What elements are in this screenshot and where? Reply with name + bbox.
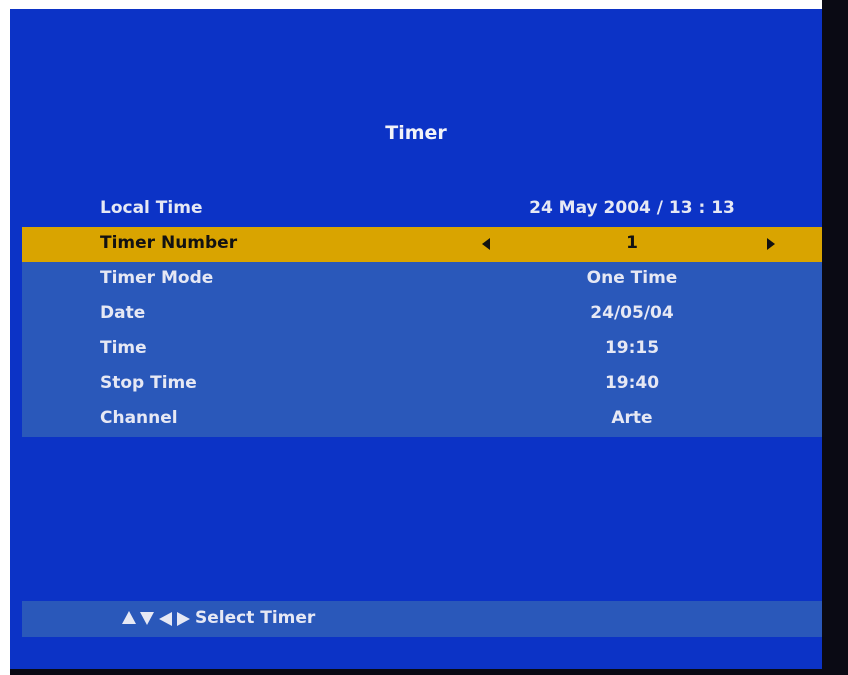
- timer-number-row[interactable]: Timer Number 1: [22, 227, 822, 262]
- timer-mode-label: Timer Mode: [100, 268, 214, 288]
- left-arrow-icon: [159, 612, 172, 626]
- date-row[interactable]: Date 24/05/04: [22, 297, 822, 332]
- up-arrow-icon: [122, 611, 136, 624]
- local-time-label: Local Time: [100, 198, 203, 218]
- channel-value: Arte: [611, 408, 653, 428]
- stop-time-label: Stop Time: [100, 373, 197, 393]
- down-arrow-icon: [140, 612, 154, 625]
- screen-bezel-bottom: [10, 669, 822, 675]
- local-time-row: Local Time 24 May 2004 / 13 : 13: [22, 192, 822, 227]
- channel-row[interactable]: Channel Arte: [22, 402, 822, 437]
- right-arrow-icon[interactable]: [767, 238, 775, 250]
- time-label: Time: [100, 338, 147, 358]
- right-arrow-icon: [177, 612, 190, 626]
- page-title: Timer: [385, 122, 447, 144]
- timer-mode-row[interactable]: Timer Mode One Time: [22, 262, 822, 297]
- time-value: 19:15: [604, 338, 660, 358]
- time-row[interactable]: Time 19:15: [22, 332, 822, 367]
- channel-label: Channel: [100, 408, 178, 428]
- date-label: Date: [100, 303, 146, 323]
- local-time-value: 24 May 2004 / 13 : 13: [529, 198, 735, 218]
- date-value: 24/05/04: [590, 303, 674, 323]
- stop-time-row[interactable]: Stop Time 19:40: [22, 367, 822, 402]
- stop-time-value: 19:40: [604, 373, 660, 393]
- timer-mode-value: One Time: [586, 268, 678, 288]
- footer-hint-bar: Select Timer: [22, 601, 822, 637]
- tv-screen: Timer Local Time 24 May 2004 / 13 : 13 T…: [10, 9, 822, 669]
- footer-hint-text: Select Timer: [195, 608, 316, 628]
- timer-number-label: Timer Number: [100, 233, 238, 253]
- screen-bezel-right: [822, 0, 848, 675]
